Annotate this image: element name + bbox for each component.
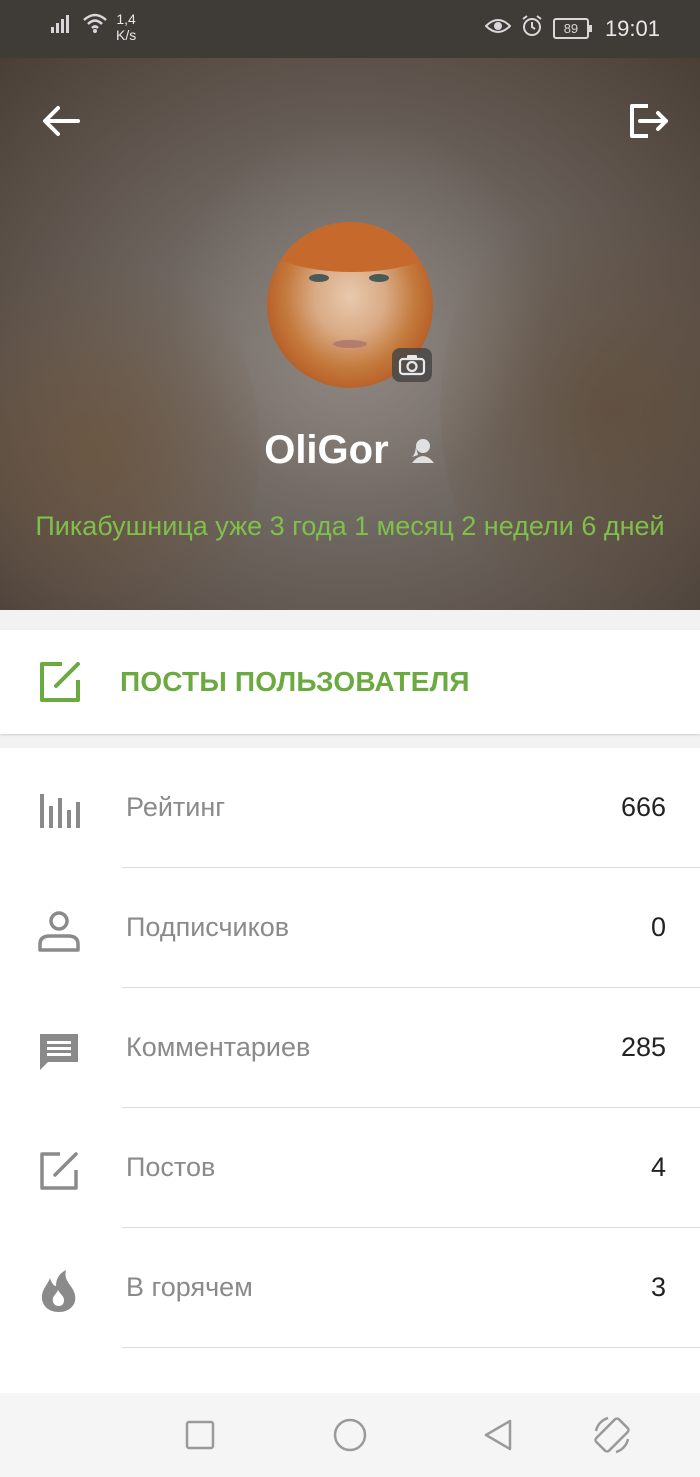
stat-label: В горячем <box>126 1272 253 1302</box>
stats-list: Рейтинг 666 Подписчиков 0 Комментариев 2… <box>0 748 700 1393</box>
stat-value: 3 <box>650 1272 666 1302</box>
user-posts-label: ПОСТЫ ПОЛЬЗОВАТЕЛЯ <box>120 666 470 697</box>
stat-value: 666 <box>620 792 666 822</box>
camera-icon <box>398 355 426 376</box>
stat-row-subscribers[interactable]: Подписчиков 0 <box>0 868 700 988</box>
triangle-back-icon <box>484 1419 512 1451</box>
edit-icon <box>36 1148 82 1194</box>
user-posts-button[interactable]: ПОСТЫ ПОЛЬЗОВАТЕЛЯ <box>0 630 700 734</box>
recent-apps-button[interactable] <box>178 1413 222 1457</box>
divider <box>122 1347 700 1348</box>
alarm-icon <box>521 15 543 42</box>
stat-label: Подписчиков <box>126 912 290 942</box>
person-icon <box>36 908 82 954</box>
signal-icon <box>50 12 74 39</box>
status-right: 89 19:01 <box>484 15 660 42</box>
network-speed-value: 1,4 <box>116 11 136 27</box>
stat-label: Рейтинг <box>126 792 226 822</box>
username-row: OliGor <box>0 428 700 475</box>
fire-icon <box>36 1268 82 1314</box>
avatar-eye <box>369 274 389 282</box>
bar-chart-icon <box>36 788 82 834</box>
stat-value: 0 <box>650 912 666 942</box>
system-navigation-bar <box>0 1393 700 1477</box>
stat-label: Комментариев <box>126 1032 311 1062</box>
eye-icon <box>484 16 512 41</box>
stat-label: Постов <box>126 1152 216 1182</box>
logout-icon <box>630 104 668 138</box>
username: OliGor <box>264 428 389 472</box>
status-bar: 1,4 K/s 89 19:01 <box>0 0 700 58</box>
status-left: 1,4 K/s <box>50 11 136 43</box>
home-button[interactable] <box>328 1413 372 1457</box>
back-nav-button[interactable] <box>476 1413 520 1457</box>
wifi-icon <box>82 12 108 39</box>
back-button[interactable] <box>38 98 84 144</box>
avatar-eye <box>309 274 329 282</box>
stat-row-rating: Рейтинг 666 <box>0 748 700 868</box>
female-user-icon <box>410 430 436 475</box>
stat-value: 4 <box>650 1152 666 1182</box>
stat-row-comments[interactable]: Комментариев 285 <box>0 988 700 1108</box>
change-photo-button[interactable] <box>392 348 432 382</box>
clock: 19:01 <box>604 15 660 41</box>
stat-row-hot[interactable]: В горячем 3 <box>0 1228 700 1348</box>
comment-icon <box>36 1028 82 1074</box>
rotate-screen-button[interactable] <box>590 1413 634 1457</box>
stat-row-posts[interactable]: Постов 4 <box>0 1108 700 1228</box>
network-speed: 1,4 K/s <box>116 11 136 43</box>
network-speed-unit: K/s <box>116 27 137 43</box>
rotate-icon <box>594 1416 630 1454</box>
avatar-hair <box>267 222 433 272</box>
edit-icon <box>36 658 84 711</box>
account-age-text: Пикабушница уже 3 года 1 месяц 2 недели … <box>35 511 665 541</box>
square-icon <box>185 1420 215 1450</box>
arrow-left-icon <box>43 106 80 136</box>
avatar-mouth <box>333 340 367 348</box>
circle-icon <box>333 1418 367 1452</box>
stat-value: 285 <box>620 1032 666 1062</box>
logout-button[interactable] <box>626 98 672 144</box>
profile-header: OliGor Пикабушница уже 3 года 1 месяц 2 … <box>0 58 700 610</box>
battery-indicator: 89 <box>552 18 592 39</box>
